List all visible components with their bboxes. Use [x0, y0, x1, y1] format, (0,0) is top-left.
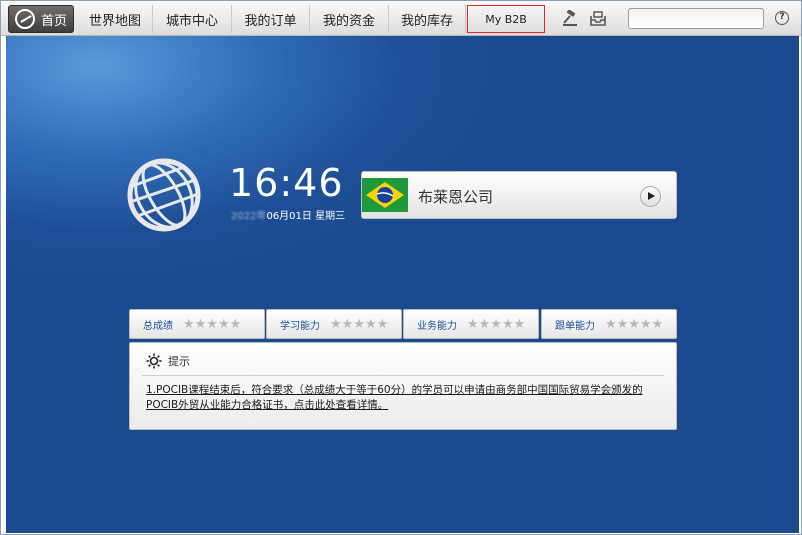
tip-panel: 提示 1.POCIB课程结束后，符合要求（总成绩大于等于60分）的学员可以申请由… — [129, 342, 677, 430]
play-button[interactable] — [640, 186, 661, 207]
main-dashboard — [6, 36, 799, 533]
tip-header: 提示 — [146, 353, 190, 369]
star-rating: ★★★★★ — [605, 316, 664, 332]
gavel-icon[interactable] — [561, 10, 579, 27]
nav-my-orders[interactable]: 我的订单 — [232, 5, 310, 33]
app-window: 首页 世界地图 城市中心 我的订单 我的资金 我的库存 My B2B ? 16:… — [0, 0, 802, 535]
company-name: 布莱恩公司 — [418, 188, 494, 206]
top-nav-bar: 首页 世界地图 城市中心 我的订单 我的资金 我的库存 My B2B ? — [1, 1, 801, 36]
globe-logo-icon — [15, 9, 35, 29]
stat-business-ability: 业务能力 ★★★★★ — [403, 309, 539, 339]
nav-my-b2b[interactable]: My B2B — [467, 5, 545, 33]
brazil-flag-icon — [362, 178, 408, 212]
nav-my-inventory[interactable]: 我的库存 — [389, 5, 466, 33]
search-input[interactable] — [628, 8, 764, 29]
sun-icon — [146, 353, 162, 369]
stat-learning-ability: 学习能力 ★★★★★ — [266, 309, 402, 339]
stat-total-score: 总成绩 ★★★★★ — [129, 309, 265, 339]
date-year-blurred: 2022年 — [231, 211, 267, 222]
inbox-icon[interactable] — [589, 10, 607, 27]
stat-label: 学习能力 — [280, 320, 320, 332]
home-button[interactable]: 首页 — [8, 5, 74, 33]
stat-label: 业务能力 — [417, 320, 457, 332]
nav-city-center[interactable]: 城市中心 — [153, 5, 232, 33]
home-label: 首页 — [41, 13, 68, 29]
nav-world-map[interactable]: 世界地图 — [78, 5, 153, 33]
tip-link[interactable]: 1.POCIB课程结束后，符合要求（总成绩大于等于60分）的学员可以申请由商务部… — [146, 383, 666, 413]
nav-my-funds[interactable]: 我的资金 — [310, 5, 389, 33]
stat-label: 跟单能力 — [555, 320, 595, 332]
star-rating: ★★★★★ — [467, 316, 526, 332]
clock-date: 2022年06月01日 星期三 — [231, 207, 345, 222]
tip-title: 提示 — [168, 355, 190, 368]
star-rating: ★★★★★ — [183, 316, 242, 332]
clock-time: 16:46 — [229, 161, 344, 205]
stat-followup-ability: 跟单能力 ★★★★★ — [541, 309, 677, 339]
date-rest: 06月01日 星期三 — [266, 211, 346, 222]
help-icon[interactable]: ? — [775, 11, 789, 25]
stat-label: 总成绩 — [143, 320, 173, 332]
star-rating: ★★★★★ — [330, 316, 389, 332]
divider — [142, 375, 664, 376]
company-card[interactable]: 布莱恩公司 — [361, 171, 677, 219]
globe-logo-icon — [127, 158, 201, 232]
